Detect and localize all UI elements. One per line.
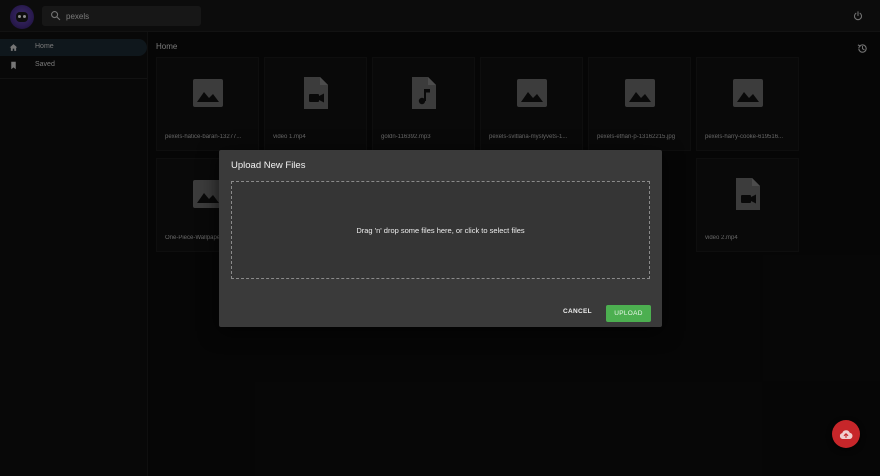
upload-dialog: Upload New Files Drag 'n' drop some file… (219, 150, 662, 327)
dropzone-text: Drag 'n' drop some files here, or click … (356, 226, 525, 235)
cloud-upload-icon (839, 429, 853, 439)
dialog-title: Upload New Files (231, 160, 306, 171)
file-dropzone[interactable]: Drag 'n' drop some files here, or click … (231, 181, 650, 279)
upload-button[interactable]: UPLOAD (606, 305, 651, 322)
upload-fab[interactable] (832, 420, 860, 448)
cancel-button[interactable]: CANCEL (563, 308, 592, 315)
